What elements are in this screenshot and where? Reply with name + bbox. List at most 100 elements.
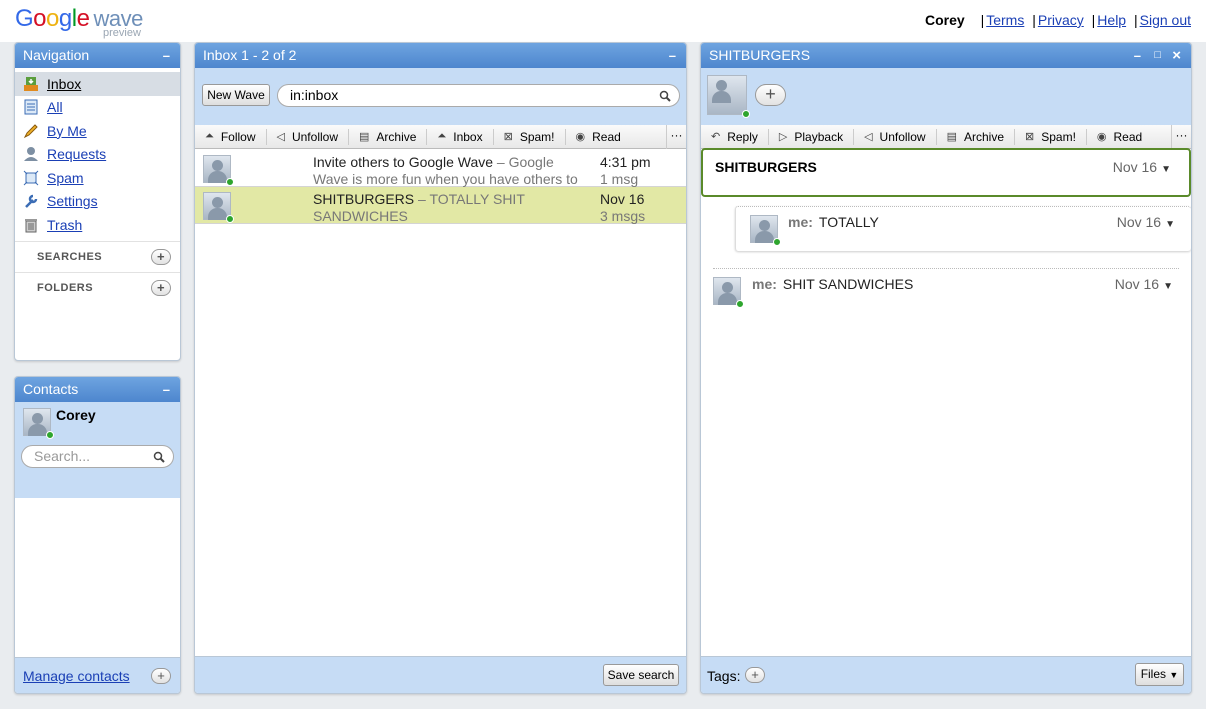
nav-item-requests[interactable]: Requests bbox=[15, 143, 180, 167]
folders-section: FOLDERS + bbox=[15, 271, 180, 303]
privacy-link[interactable]: Privacy bbox=[1038, 12, 1084, 28]
searches-section: SEARCHES + bbox=[15, 240, 180, 272]
wrench-icon bbox=[23, 193, 39, 209]
follow-icon: ⏶ bbox=[205, 130, 214, 142]
online-status-icon bbox=[742, 110, 750, 118]
wave-header: SHITBURGERS – □ × bbox=[701, 43, 1191, 68]
all-waves-icon bbox=[23, 99, 39, 115]
archive-button[interactable]: ▤ Archive bbox=[937, 128, 1015, 145]
spam-icon bbox=[23, 170, 39, 186]
top-bar: Google wave preview Corey | Terms | Privacy… bbox=[0, 0, 1206, 42]
chevron-down-icon: ▼ bbox=[1161, 164, 1171, 175]
chevron-down-icon: ▼ bbox=[1163, 281, 1173, 292]
contacts-header: Contacts – bbox=[15, 377, 180, 402]
author-avatar bbox=[750, 215, 781, 246]
minimize-icon[interactable]: – bbox=[163, 377, 170, 402]
nav-item-inbox[interactable]: Inbox bbox=[15, 72, 180, 96]
trash-icon bbox=[23, 217, 39, 233]
maximize-icon[interactable]: □ bbox=[1154, 43, 1161, 68]
unfollow-button[interactable]: ◁ Unfollow bbox=[267, 128, 349, 145]
add-participant-button[interactable]: + bbox=[755, 84, 786, 106]
inbox-button[interactable]: ⏶ Inbox bbox=[427, 128, 494, 145]
unfollow-icon: ◁ bbox=[276, 131, 285, 143]
participants-area: + ↶ Reply ▷ Playback ◁ Unfollow ▤ Archive ⊠ S… bbox=[701, 68, 1191, 149]
message-blip[interactable]: me: SHIT SANDWICHES Nov 16 ▼ bbox=[713, 268, 1179, 308]
minimize-icon[interactable]: – bbox=[1134, 43, 1141, 68]
chevron-down-icon: ▼ bbox=[1169, 670, 1179, 680]
unfollow-button[interactable]: ◁ Unfollow bbox=[854, 128, 937, 145]
inbox-panel: Inbox 1 - 2 of 2 – New Wave in:inbox ⏶ Fo… bbox=[194, 42, 687, 694]
wave-list-item-selected[interactable]: SHITBURGERS – TOTALLY SHIT SANDWICHES No… bbox=[195, 187, 686, 224]
blip-date[interactable]: Nov 16 ▼ bbox=[1117, 214, 1175, 230]
nav-item-trash[interactable]: Trash bbox=[15, 213, 180, 237]
navigation-header: Navigation – bbox=[15, 43, 180, 68]
add-folder-button[interactable]: + bbox=[151, 279, 171, 296]
online-status-icon bbox=[226, 215, 234, 223]
add-search-button[interactable]: + bbox=[151, 248, 171, 265]
search-icon bbox=[659, 88, 671, 109]
current-user-name: Corey bbox=[924, 12, 965, 28]
tags-label: Tags: bbox=[707, 668, 741, 684]
close-icon[interactable]: × bbox=[1172, 43, 1181, 68]
spam-button[interactable]: ⊠ Spam! bbox=[1015, 128, 1087, 145]
online-status-icon bbox=[46, 431, 54, 439]
nav-item-by-me[interactable]: By Me bbox=[15, 119, 180, 143]
my-avatar[interactable] bbox=[23, 408, 54, 439]
add-tag-button[interactable]: + bbox=[745, 667, 765, 683]
my-contact-card: Corey Search... bbox=[15, 402, 180, 498]
spam-button[interactable]: ⊠ Spam! bbox=[494, 128, 566, 145]
eye-icon: ◉ bbox=[1096, 131, 1107, 143]
participant-avatar[interactable] bbox=[707, 75, 750, 118]
reply-button[interactable]: ↶ Reply bbox=[701, 128, 769, 145]
read-button[interactable]: ◉ Read bbox=[566, 129, 631, 145]
playback-button[interactable]: ▷ Playback bbox=[769, 128, 855, 145]
eye-icon: ◉ bbox=[575, 131, 586, 143]
online-status-icon bbox=[773, 238, 781, 246]
blip-title: SHITBURGERS bbox=[715, 159, 817, 175]
add-contact-button[interactable]: + bbox=[151, 668, 171, 684]
minimize-icon[interactable]: – bbox=[669, 43, 676, 68]
blip-date[interactable]: Nov 16 ▼ bbox=[1115, 276, 1173, 292]
navigation-list: Inbox All By Me Requests Spam Settings T… bbox=[15, 68, 180, 237]
archive-button[interactable]: ▤ Archive bbox=[349, 128, 428, 145]
nav-item-spam[interactable]: Spam bbox=[15, 166, 180, 190]
root-blip[interactable]: SHITBURGERS Nov 16 ▼ bbox=[701, 148, 1191, 197]
inbox-footer: Save search bbox=[195, 656, 686, 693]
navigation-panel: Navigation – Inbox All By Me Requests Sp… bbox=[14, 42, 181, 361]
online-status-icon bbox=[226, 178, 234, 186]
read-button[interactable]: ◉ Read bbox=[1087, 129, 1152, 145]
nav-item-settings[interactable]: Settings bbox=[15, 190, 180, 214]
inbox-header: Inbox 1 - 2 of 2 – bbox=[195, 43, 686, 68]
sign-out-link[interactable]: Sign out bbox=[1140, 12, 1191, 28]
contact-search-input[interactable]: Search... bbox=[21, 445, 174, 468]
blip-text: TOTALLY bbox=[818, 214, 879, 230]
play-icon: ▷ bbox=[778, 131, 788, 143]
reply-blip[interactable]: me: TOTALLY Nov 16 ▼ bbox=[735, 206, 1191, 251]
blip-author: me: bbox=[788, 214, 813, 230]
manage-contacts-link[interactable]: Manage contacts bbox=[23, 668, 130, 684]
requests-icon bbox=[23, 146, 39, 162]
terms-link[interactable]: Terms bbox=[986, 12, 1024, 28]
participant-avatar bbox=[203, 192, 234, 223]
wave-list-item[interactable]: Invite others to Google Wave – Google Wa… bbox=[195, 150, 686, 204]
help-link[interactable]: Help bbox=[1097, 12, 1126, 28]
archive-icon: ▤ bbox=[359, 131, 370, 143]
save-search-button[interactable]: Save search bbox=[603, 664, 679, 686]
inbox-icon bbox=[23, 76, 39, 92]
blip-author: me: bbox=[752, 276, 777, 292]
blip-date[interactable]: Nov 16 ▼ bbox=[1113, 159, 1171, 175]
spam-icon: ⊠ bbox=[1025, 131, 1035, 143]
nav-item-all[interactable]: All bbox=[15, 96, 180, 120]
spam-icon: ⊠ bbox=[503, 131, 513, 143]
blip-text: SHIT SANDWICHES bbox=[782, 276, 914, 292]
search-icon bbox=[153, 449, 165, 470]
wave-panel: SHITBURGERS – □ × + ↶ Reply ▷ Playback ◁ Un… bbox=[700, 42, 1192, 694]
new-wave-button[interactable]: New Wave bbox=[202, 84, 270, 106]
minimize-icon[interactable]: – bbox=[163, 43, 170, 68]
files-button[interactable]: Files ▼ bbox=[1135, 663, 1184, 686]
follow-button[interactable]: ⏶ Follow bbox=[195, 128, 267, 145]
more-actions-button[interactable]: ··· bbox=[1171, 124, 1191, 149]
wave-footer: Tags: + Files ▼ bbox=[701, 656, 1191, 693]
more-actions-button[interactable]: ··· bbox=[666, 124, 686, 149]
wave-search-input[interactable]: in:inbox bbox=[277, 84, 680, 107]
